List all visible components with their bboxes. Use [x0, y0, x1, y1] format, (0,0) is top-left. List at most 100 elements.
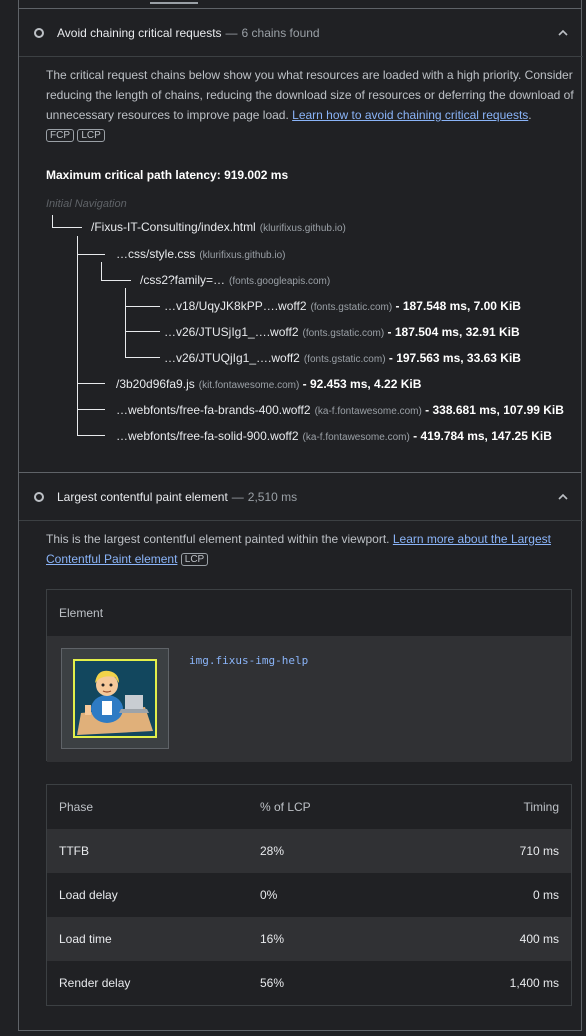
phase-pct: 16%: [260, 932, 285, 946]
audit-title: Avoid chaining critical requests —6 chain…: [57, 26, 320, 40]
element-selector[interactable]: img.fixus-img-help: [189, 654, 308, 667]
tree-connector: [125, 357, 160, 358]
node-host: (fonts.gstatic.com): [310, 302, 393, 313]
element-row[interactable]: img.fixus-img-help: [47, 636, 571, 762]
chain-node: …webfonts/free-fa-brands-400.woff2 (ka-f.…: [116, 403, 564, 417]
phase-name: Load time: [59, 932, 112, 946]
audit-largest-contentful-paint-element: Largest contentful paint element —2,510 m…: [18, 473, 583, 1031]
phase-pct: 56%: [260, 976, 285, 990]
table-row: Render delay 56% 1,400 ms: [47, 961, 571, 1005]
table-row: Load delay 0% 0 ms: [47, 873, 571, 917]
latency-value: 919.002 ms: [224, 168, 289, 182]
node-host: (fonts.googleapis.com): [229, 276, 331, 287]
tree-connector: [52, 227, 82, 228]
chain-node: /css2?family=… (fonts.googleapis.com): [140, 273, 330, 287]
audit-title: Largest contentful paint element —2,510 m…: [57, 490, 297, 504]
node-host: (ka-f.fontawesome.com): [314, 406, 422, 417]
node-url: …v26/JTUQjIg1_….woff2: [164, 351, 300, 365]
audit-subtitle: 6 chains found: [241, 26, 320, 40]
node-host: (kit.fontawesome.com): [198, 380, 300, 391]
phase-timing: 0 ms: [532, 888, 559, 902]
chevron-up-icon[interactable]: [557, 27, 569, 39]
node-url: …webfonts/free-fa-solid-900.woff2: [116, 429, 299, 443]
tree-connector: [77, 254, 105, 255]
description-text: This is the largest contentful element p…: [46, 532, 393, 546]
tree-connector: [77, 435, 105, 436]
node-stat: - 187.548 ms, 7.00 KiB: [392, 299, 521, 313]
chevron-up-icon[interactable]: [557, 491, 569, 503]
node-stat: - 419.784 ms, 147.25 KiB: [409, 429, 552, 443]
audit-title-text: Avoid chaining critical requests: [57, 26, 222, 40]
lcp-phase-table: Phase % of LCP Timing TTFB 28% 710 ms Lo…: [46, 784, 572, 1006]
phase-name: TTFB: [59, 844, 89, 858]
max-latency: Maximum critical path latency: 919.002 m…: [46, 168, 288, 182]
node-url: /3b20d96fa9.js: [116, 377, 195, 391]
chain-node: …webfonts/free-fa-solid-900.woff2 (ka-f.f…: [116, 429, 552, 443]
tree-connector: [52, 215, 53, 227]
chain-node: /3b20d96fa9.js (kit.fontawesome.com) - 92…: [116, 377, 421, 391]
status-circle-icon: [34, 492, 44, 502]
node-url: …v18/UqyJK8kPP….woff2: [164, 299, 307, 313]
metric-badge-lcp: LCP: [77, 129, 105, 142]
consultant-illustration-icon: [77, 670, 153, 735]
audit-subtitle: 2,510 ms: [247, 490, 298, 504]
audit-description: The critical request chains below show y…: [46, 65, 576, 145]
node-host: (fonts.gstatic.com): [302, 328, 385, 339]
node-stat: - 92.453 ms, 4.22 KiB: [299, 377, 422, 391]
phase-timing: 400 ms: [519, 932, 559, 946]
audit-critical-request-chains: Avoid chaining critical requests —6 chain…: [18, 9, 583, 473]
latency-label: Maximum critical path latency:: [46, 168, 225, 182]
node-url: /css2?family=…: [140, 273, 226, 287]
audit-title-text: Largest contentful paint element: [57, 490, 228, 504]
phase-column-header: Phase: [59, 800, 94, 814]
thumbnail-image: [73, 659, 157, 738]
element-thumbnail: [61, 648, 169, 749]
node-stat: - 338.681 ms, 107.99 KiB: [421, 403, 564, 417]
phase-name: Load delay: [59, 888, 118, 902]
chain-node: /Fixus-IT-Consulting/index.html (klurifix…: [91, 220, 346, 234]
metric-badge-fcp: FCP: [46, 129, 74, 142]
learn-more-link[interactable]: Learn how to avoid chaining critical req…: [292, 108, 528, 122]
node-url: /Fixus-IT-Consulting/index.html: [91, 220, 256, 234]
timing-column-header: Timing: [523, 800, 559, 814]
element-table: Element img.fixus-img-help: [46, 589, 572, 762]
chain-node: …v26/JTUQjIg1_….woff2 (fonts.gstatic.com)…: [164, 351, 521, 365]
tree-connector: [101, 262, 102, 281]
tab-indicator: [150, 2, 198, 4]
title-separator: —: [225, 26, 238, 40]
title-separator: —: [231, 490, 244, 504]
node-url: …css/style.css: [116, 247, 196, 261]
node-url: …webfonts/free-fa-brands-400.woff2: [116, 403, 311, 417]
tree-connector: [125, 331, 160, 332]
tree-connector: [101, 280, 131, 281]
table-row: TTFB 28% 710 ms: [47, 829, 571, 873]
top-edge: [18, 0, 582, 9]
tree-connector: [125, 288, 126, 357]
audit-header[interactable]: Avoid chaining critical requests —6 chain…: [19, 9, 583, 57]
node-url: …v26/JTUSjIg1_….woff2: [164, 325, 299, 339]
chain-node: …v18/UqyJK8kPP….woff2 (fonts.gstatic.com)…: [164, 299, 521, 313]
tree-connector: [77, 236, 78, 435]
audit-header[interactable]: Largest contentful paint element —2,510 m…: [19, 473, 583, 521]
tree-connector: [77, 409, 105, 410]
chain-node: …v26/JTUSjIg1_….woff2 (fonts.gstatic.com)…: [164, 325, 520, 339]
phase-timing: 1,400 ms: [509, 976, 559, 990]
node-stat: - 197.563 ms, 33.63 KiB: [385, 351, 521, 365]
initial-navigation-label: Initial Navigation: [46, 198, 127, 210]
learn-more-suffix: .: [528, 108, 532, 122]
phase-pct: 0%: [260, 888, 278, 902]
table-row: Load time 16% 400 ms: [47, 917, 571, 961]
metric-badge-lcp: LCP: [180, 553, 209, 566]
pct-column-header: % of LCP: [260, 800, 311, 814]
phase-pct: 28%: [260, 844, 285, 858]
node-stat: - 187.504 ms, 32.91 KiB: [384, 325, 520, 339]
node-host: (klurifixus.github.io): [259, 223, 346, 234]
tree-connector: [77, 383, 105, 384]
tree-connector: [125, 306, 160, 307]
status-circle-icon: [34, 28, 44, 38]
node-host: (ka-f.fontawesome.com): [302, 432, 410, 443]
node-host: (klurifixus.github.io): [199, 250, 286, 261]
chain-node: …css/style.css (klurifixus.github.io): [116, 247, 286, 261]
element-column-header: Element: [59, 606, 104, 620]
phase-name: Render delay: [59, 976, 131, 990]
